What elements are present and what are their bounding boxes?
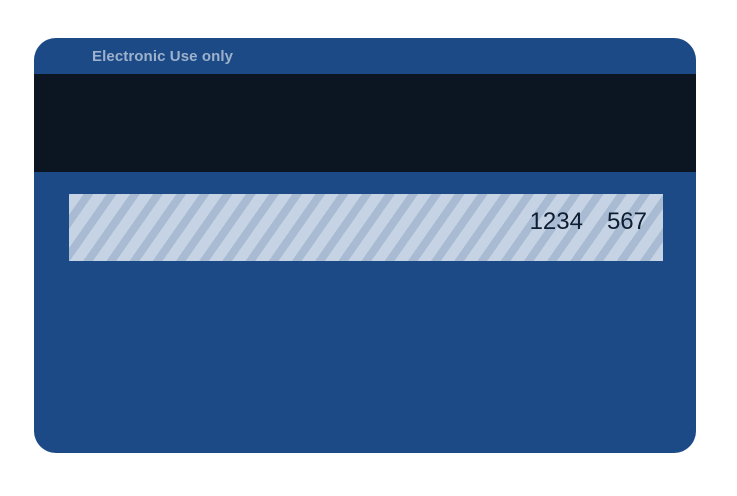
card-back: Electronic Use only 1234 567 (34, 38, 696, 453)
signature-panel: 1234 567 (69, 194, 663, 261)
account-digits: 1234 (529, 208, 583, 235)
signature-panel-numbers: 1234 567 (530, 208, 647, 236)
electronic-use-label: Electronic Use only (92, 48, 234, 65)
magnetic-stripe (34, 74, 696, 172)
security-code: 567 (606, 208, 647, 235)
